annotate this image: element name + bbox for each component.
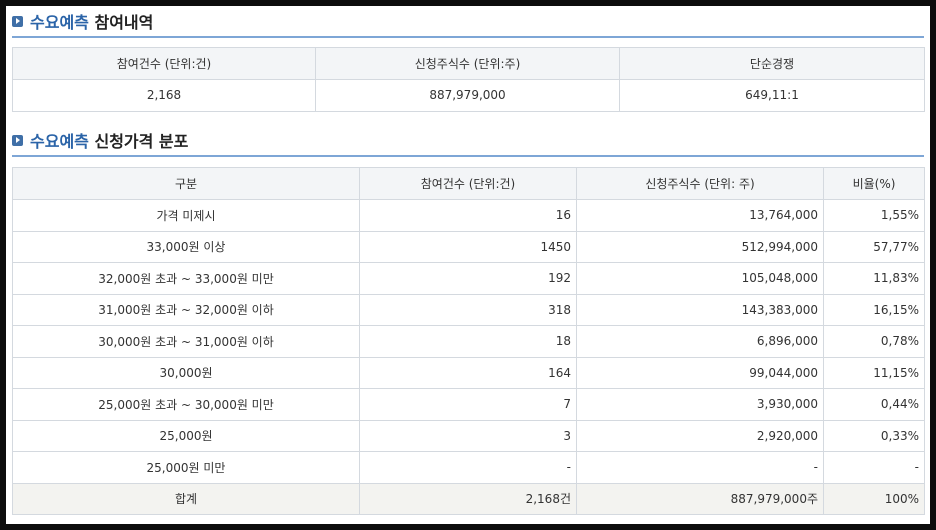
ratio: 11,83% [823,262,925,295]
applied-shares: - [576,451,824,484]
price-distribution-table: 구분 참여건수 (단위:건) 신청주식수 (단위: 주) 비율(%) 가격 미제… [12,167,925,515]
ratio: 57,77% [823,230,925,263]
table-row: 30,000원 164 99,044,000 11,15% [12,356,925,389]
price-range: 가격 미제시 [12,199,360,232]
applied-shares: 105,048,000 [576,262,824,295]
table-row: 30,000원 초과 ~ 31,000원 이하 18 6,896,000 0,7… [12,325,925,358]
participation-table: 참여건수 (단위:건) 신청주식수 (단위:주) 단순경쟁 2,168 887,… [12,47,925,112]
section-title-accent: 수요예측 [30,13,89,32]
ratio: 0,33% [823,419,925,452]
ratio: 16,15% [823,293,925,326]
ratio: 11,15% [823,356,925,389]
table-row: 25,000원 미만 - - - [12,451,925,484]
participation-count: 318 [359,293,577,326]
column-header: 단순경쟁 [619,47,925,80]
table-header-row: 구분 참여건수 (단위:건) 신청주식수 (단위: 주) 비율(%) [12,167,925,200]
total-row: 합계 2,168건 887,979,000주 100% [12,482,925,515]
price-range: 33,000원 이상 [12,230,360,263]
section-title-text: 참여내역 [94,13,154,32]
section-title-accent: 수요예측 [30,132,89,151]
total-participation-count: 2,168건 [359,482,577,515]
price-range: 30,000원 초과 ~ 31,000원 이하 [12,325,360,358]
column-header: 구분 [12,167,360,200]
table-row: 25,000원 3 2,920,000 0,33% [12,419,925,452]
applied-shares: 887,979,000 [315,79,620,112]
participation-count: 192 [359,262,577,295]
participation-count: 3 [359,419,577,452]
applied-shares: 2,920,000 [576,419,824,452]
applied-shares: 99,044,000 [576,356,824,389]
column-header: 비율(%) [823,167,925,200]
applied-shares: 143,383,000 [576,293,824,326]
column-header: 참여건수 (단위:건) [359,167,577,200]
ratio: 1,55% [823,199,925,232]
price-range: 31,000원 초과 ~ 32,000원 이하 [12,293,360,326]
participation-count: - [359,451,577,484]
ratio: 0,44% [823,388,925,421]
applied-shares: 6,896,000 [576,325,824,358]
price-range: 25,000원 미만 [12,451,360,484]
content-panel: 수요예측 참여내역 참여건수 (단위:건) 신청주식수 (단위:주) 단순경쟁 … [6,6,930,524]
table-row: 25,000원 초과 ~ 30,000원 미만 7 3,930,000 0,44… [12,388,925,421]
total-applied-shares: 887,979,000주 [576,482,824,515]
bullet-arrow-icon [12,15,23,27]
ratio: 0,78% [823,325,925,358]
applied-shares: 13,764,000 [576,199,824,232]
ratio: - [823,451,925,484]
total-label: 합계 [12,482,360,515]
price-range: 25,000원 초과 ~ 30,000원 미만 [12,388,360,421]
bullet-arrow-icon [12,134,23,146]
participation-count: 16 [359,199,577,232]
price-range: 25,000원 [12,419,360,452]
section-title-participation: 수요예측 참여내역 [12,9,153,33]
applied-shares: 3,930,000 [576,388,824,421]
table-row: 2,168 887,979,000 649,11:1 [12,79,925,112]
price-range: 30,000원 [12,356,360,389]
section-title-text: 신청가격 분포 [94,132,189,151]
column-header: 참여건수 (단위:건) [12,47,316,80]
total-ratio: 100% [823,482,925,515]
participation-count: 18 [359,325,577,358]
section-title-price-distribution: 수요예측 신청가격 분포 [12,128,188,152]
section-divider [12,155,924,157]
participation-count: 7 [359,388,577,421]
table-header-row: 참여건수 (단위:건) 신청주식수 (단위:주) 단순경쟁 [12,47,925,80]
participation-count: 164 [359,356,577,389]
column-header: 신청주식수 (단위: 주) [576,167,824,200]
section-divider [12,36,924,38]
table-row: 31,000원 초과 ~ 32,000원 이하 318 143,383,000 … [12,293,925,326]
table-row: 32,000원 초과 ~ 33,000원 미만 192 105,048,000 … [12,262,925,295]
column-header: 신청주식수 (단위:주) [315,47,620,80]
table-row: 가격 미제시 16 13,764,000 1,55% [12,199,925,232]
participation-count: 1450 [359,230,577,263]
table-row: 33,000원 이상 1450 512,994,000 57,77% [12,230,925,263]
competition-ratio: 649,11:1 [619,79,925,112]
participation-count: 2,168 [12,79,316,112]
applied-shares: 512,994,000 [576,230,824,263]
price-range: 32,000원 초과 ~ 33,000원 미만 [12,262,360,295]
